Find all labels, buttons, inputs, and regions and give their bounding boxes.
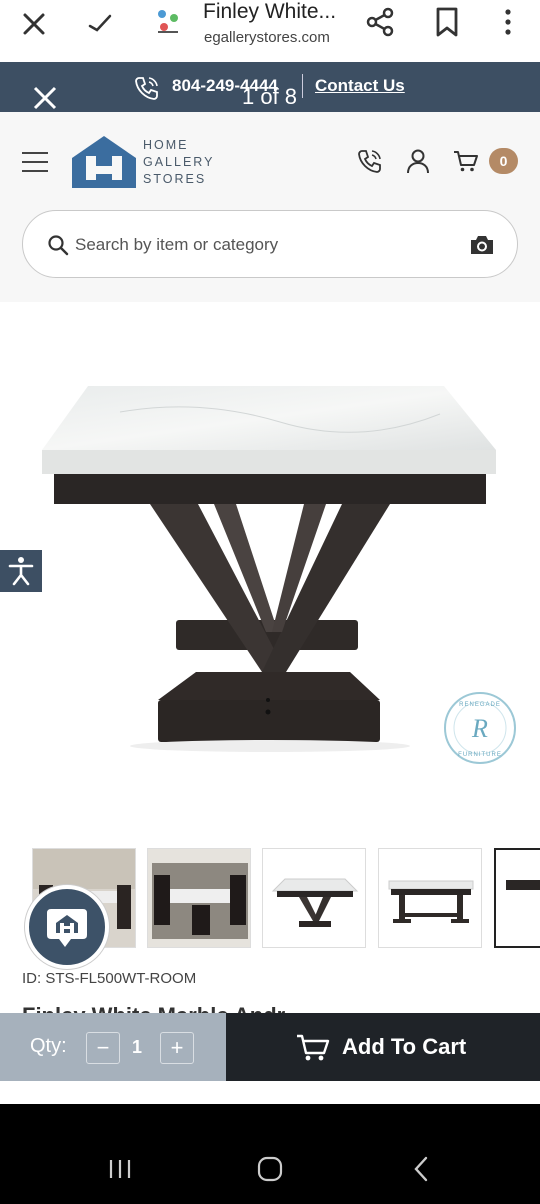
cart-icon — [297, 1034, 330, 1061]
chat-icon — [47, 909, 87, 947]
quantity-increase-button[interactable]: + — [160, 1032, 194, 1064]
close-gallery-icon[interactable] — [30, 84, 60, 112]
image-counter: 1 of 8 — [242, 84, 298, 109]
svg-text:RENEGADE: RENEGADE — [459, 702, 501, 708]
product-id: ID: STS-FL500WT-ROOM — [22, 970, 197, 987]
thumbnail-table-front[interactable] — [378, 848, 482, 948]
chat-button[interactable] — [25, 885, 109, 969]
share-icon[interactable] — [364, 6, 396, 38]
renegade-furniture-badge: R RENEGADE FURNITURE — [444, 692, 516, 764]
quantity-label: Qty: — [30, 1035, 67, 1057]
add-to-cart-button[interactable]: Add To Cart — [226, 1013, 540, 1081]
cart-icon[interactable] — [453, 148, 479, 174]
menu-icon[interactable] — [22, 152, 48, 172]
search-input[interactable] — [75, 229, 455, 261]
more-options-icon[interactable] — [498, 6, 518, 38]
search-bar — [22, 210, 518, 278]
quantity-decrease-button[interactable]: − — [86, 1032, 120, 1064]
close-icon[interactable] — [18, 8, 50, 40]
phone-icon — [135, 77, 158, 100]
quantity-value[interactable]: 1 — [132, 1037, 142, 1058]
logo-text: HOME GALLERY STORES — [143, 138, 215, 186]
browser-toolbar: Finley White... egallerystores.com — [0, 0, 540, 62]
account-icon[interactable] — [405, 148, 431, 174]
accessibility-button[interactable] — [0, 550, 42, 592]
svg-text:FURNITURE: FURNITURE — [458, 752, 502, 758]
promo-bar: 804-249-4444 Contact Us 1 of 8 — [0, 62, 540, 112]
add-to-cart-bar: Qty: − 1 + Add To Cart — [0, 1013, 540, 1081]
svg-text:R: R — [471, 714, 488, 743]
bookmark-icon[interactable] — [432, 6, 462, 38]
recent-apps-icon[interactable] — [102, 1154, 138, 1184]
thumbnail-table-angle[interactable] — [262, 848, 366, 948]
site-favicon-icon — [158, 10, 178, 33]
tab-title: Finley White... — [203, 0, 337, 23]
home-icon[interactable] — [252, 1154, 288, 1184]
phone-icon[interactable] — [357, 148, 383, 174]
home-gallery-logo[interactable] — [70, 134, 138, 190]
system-nav-bar — [0, 1104, 540, 1204]
site-header: HOME GALLERY STORES 0 — [0, 112, 540, 302]
thumbnail-room-scene-2[interactable] — [147, 848, 251, 948]
divider — [302, 74, 303, 98]
thumbnail-partial-next[interactable] — [494, 848, 540, 948]
quantity-area: Qty: − 1 + — [0, 1013, 226, 1081]
url-text[interactable]: egallerystores.com — [204, 29, 330, 46]
page-info-icon[interactable] — [86, 10, 116, 36]
back-icon[interactable] — [404, 1154, 440, 1184]
accessibility-icon — [8, 557, 34, 586]
add-to-cart-label: Add To Cart — [342, 1034, 467, 1059]
cart-count-badge[interactable]: 0 — [489, 148, 518, 174]
contact-us-link[interactable]: Contact Us — [315, 76, 405, 96]
camera-icon[interactable] — [468, 233, 496, 257]
search-icon[interactable] — [47, 234, 69, 256]
